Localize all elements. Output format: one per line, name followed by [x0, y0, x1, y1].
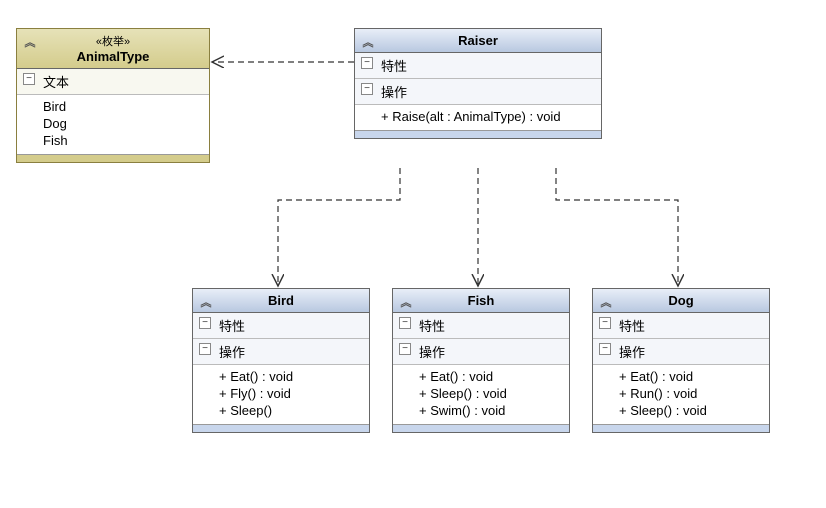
class-name: Dog	[668, 293, 693, 308]
class-bird[interactable]: ︽ Bird − 特性 − 操作 + Eat() : void + Fly() …	[192, 288, 370, 433]
class-title: ︽ «枚举» AnimalType	[17, 29, 209, 69]
toggle-icon[interactable]: −	[199, 343, 211, 355]
class-name: Fish	[468, 293, 495, 308]
section-label: 特性	[381, 59, 407, 74]
class-raiser[interactable]: ︽ Raiser − 特性 − 操作 + Raise(alt : AnimalT…	[354, 28, 602, 139]
section-operations: − 操作	[393, 339, 569, 365]
class-fish[interactable]: ︽ Fish − 特性 − 操作 + Eat() : void + Sleep(…	[392, 288, 570, 433]
box-footer	[17, 154, 209, 162]
toggle-icon[interactable]: −	[23, 73, 35, 85]
section-attributes: − 特性	[393, 313, 569, 339]
section-operations: − 操作	[355, 79, 601, 105]
operations-list: + Raise(alt : AnimalType) : void	[355, 105, 601, 130]
toggle-icon[interactable]: −	[361, 57, 373, 69]
box-footer	[593, 424, 769, 432]
box-footer	[193, 424, 369, 432]
diagram-canvas: ︽ «枚举» AnimalType − 文本 Bird Dog Fish ︽ R…	[0, 0, 826, 508]
collapse-icon[interactable]: ︽	[599, 295, 613, 309]
section-label: 操作	[219, 345, 245, 360]
operations-list: + Eat() : void + Sleep() : void + Swim()…	[393, 365, 569, 424]
class-animaltype[interactable]: ︽ «枚举» AnimalType − 文本 Bird Dog Fish	[16, 28, 210, 163]
operations-list: + Eat() : void + Fly() : void + Sleep()	[193, 365, 369, 424]
stereotype: «枚举»	[96, 33, 130, 49]
operation: + Sleep()	[219, 402, 363, 419]
collapse-icon[interactable]: ︽	[23, 35, 37, 49]
enum-value: Fish	[43, 132, 203, 149]
enum-value: Dog	[43, 115, 203, 132]
section-label: 特性	[619, 319, 645, 334]
section-attributes: − 特性	[355, 53, 601, 79]
section-attributes: − 特性	[593, 313, 769, 339]
enum-value: Bird	[43, 98, 203, 115]
section-text: − 文本	[17, 69, 209, 95]
toggle-icon[interactable]: −	[599, 343, 611, 355]
operation: + Run() : void	[619, 385, 763, 402]
box-footer	[355, 130, 601, 138]
toggle-icon[interactable]: −	[599, 317, 611, 329]
operation: + Fly() : void	[219, 385, 363, 402]
collapse-icon[interactable]: ︽	[399, 295, 413, 309]
operation: + Swim() : void	[419, 402, 563, 419]
class-name: AnimalType	[77, 49, 150, 64]
section-label: 特性	[419, 319, 445, 334]
operation: + Eat() : void	[419, 368, 563, 385]
operations-list: + Eat() : void + Run() : void + Sleep() …	[593, 365, 769, 424]
section-label: 操作	[619, 345, 645, 360]
class-title: ︽ Fish	[393, 289, 569, 313]
class-name: Bird	[268, 293, 294, 308]
enum-values: Bird Dog Fish	[17, 95, 209, 154]
operation: + Sleep() : void	[419, 385, 563, 402]
operation: + Eat() : void	[619, 368, 763, 385]
class-name: Raiser	[458, 33, 498, 48]
dependency-raiser-dog	[556, 168, 678, 286]
dependency-raiser-bird	[278, 168, 400, 286]
section-attributes: − 特性	[193, 313, 369, 339]
class-dog[interactable]: ︽ Dog − 特性 − 操作 + Eat() : void + Run() :…	[592, 288, 770, 433]
collapse-icon[interactable]: ︽	[361, 35, 375, 49]
section-operations: − 操作	[193, 339, 369, 365]
toggle-icon[interactable]: −	[399, 317, 411, 329]
operation: + Raise(alt : AnimalType) : void	[381, 108, 595, 125]
section-operations: − 操作	[593, 339, 769, 365]
section-label: 操作	[419, 345, 445, 360]
class-title: ︽ Raiser	[355, 29, 601, 53]
class-title: ︽ Dog	[593, 289, 769, 313]
box-footer	[393, 424, 569, 432]
collapse-icon[interactable]: ︽	[199, 295, 213, 309]
operation: + Eat() : void	[219, 368, 363, 385]
toggle-icon[interactable]: −	[199, 317, 211, 329]
toggle-icon[interactable]: −	[361, 83, 373, 95]
section-label: 操作	[381, 85, 407, 100]
toggle-icon[interactable]: −	[399, 343, 411, 355]
section-label: 文本	[43, 75, 69, 90]
class-title: ︽ Bird	[193, 289, 369, 313]
section-label: 特性	[219, 319, 245, 334]
operation: + Sleep() : void	[619, 402, 763, 419]
